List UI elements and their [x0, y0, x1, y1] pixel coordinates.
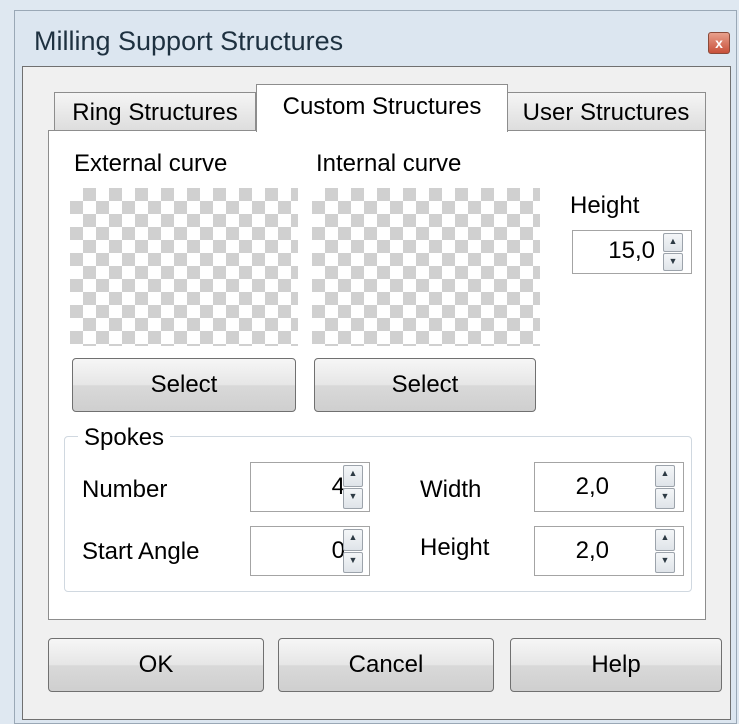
start-angle-spinner[interactable]: 0 ▲ ▼	[250, 526, 370, 576]
tab-ring-structures[interactable]: Ring Structures	[54, 92, 256, 132]
spin-down-icon[interactable]: ▼	[343, 551, 363, 573]
width-value: 2,0	[575, 473, 609, 500]
number-label: Number	[82, 476, 168, 503]
spin-up-icon[interactable]: ▲	[655, 465, 675, 487]
spin-down-icon[interactable]: ▼	[655, 487, 675, 509]
number-spinner[interactable]: 4 ▲ ▼	[250, 462, 370, 512]
spin-up-icon[interactable]: ▲	[655, 529, 675, 551]
tab-custom-structures[interactable]: Custom Structures	[256, 84, 508, 132]
ok-button[interactable]: OK	[48, 638, 264, 692]
close-button[interactable]: x	[708, 32, 730, 54]
spokes-group-label: Spokes	[78, 424, 171, 452]
height-spin-buttons[interactable]: ▲ ▼	[663, 233, 683, 271]
external-curve-label: External curve	[74, 150, 228, 177]
internal-curve-label: Internal curve	[316, 150, 462, 177]
spoke-height-spin-buttons[interactable]: ▲ ▼	[655, 529, 675, 573]
internal-curve-preview	[312, 188, 540, 346]
spin-up-icon[interactable]: ▲	[343, 465, 363, 487]
tab-label: User Structures	[522, 99, 690, 126]
close-icon: x	[715, 35, 723, 51]
spoke-height-spinner[interactable]: 2,0 ▲ ▼	[534, 526, 684, 576]
spin-down-icon[interactable]: ▼	[663, 252, 683, 271]
number-value: 4	[331, 473, 345, 500]
width-spin-buttons[interactable]: ▲ ▼	[655, 465, 675, 509]
spin-down-icon[interactable]: ▼	[655, 551, 675, 573]
select-internal-curve-button[interactable]: Select	[314, 358, 536, 412]
start-angle-label: Start Angle	[82, 538, 200, 565]
start-angle-value: 0	[331, 537, 345, 564]
spoke-height-value: 2,0	[575, 537, 609, 564]
start-angle-spin-buttons[interactable]: ▲ ▼	[343, 529, 363, 573]
height-value: 15,0	[608, 237, 655, 264]
number-spin-buttons[interactable]: ▲ ▼	[343, 465, 363, 509]
spoke-height-label: Height	[420, 534, 490, 561]
cancel-button[interactable]: Cancel	[278, 638, 494, 692]
tab-user-structures[interactable]: User Structures	[506, 92, 706, 132]
window-title: Milling Support Structures	[34, 26, 344, 56]
tab-label: Ring Structures	[72, 99, 238, 126]
spin-up-icon[interactable]: ▲	[663, 233, 683, 252]
spin-down-icon[interactable]: ▼	[343, 487, 363, 509]
width-label: Width	[420, 476, 482, 503]
height-spinner[interactable]: 15,0 ▲ ▼	[572, 230, 692, 274]
spin-up-icon[interactable]: ▲	[343, 529, 363, 551]
width-spinner[interactable]: 2,0 ▲ ▼	[534, 462, 684, 512]
external-curve-preview	[70, 188, 298, 346]
select-external-curve-button[interactable]: Select	[72, 358, 296, 412]
tab-label: Custom Structures	[282, 93, 482, 120]
help-button[interactable]: Help	[510, 638, 722, 692]
dialog-window: Milling Support Structures x Ring Struct…	[0, 0, 739, 724]
height-label: Height	[570, 192, 640, 219]
